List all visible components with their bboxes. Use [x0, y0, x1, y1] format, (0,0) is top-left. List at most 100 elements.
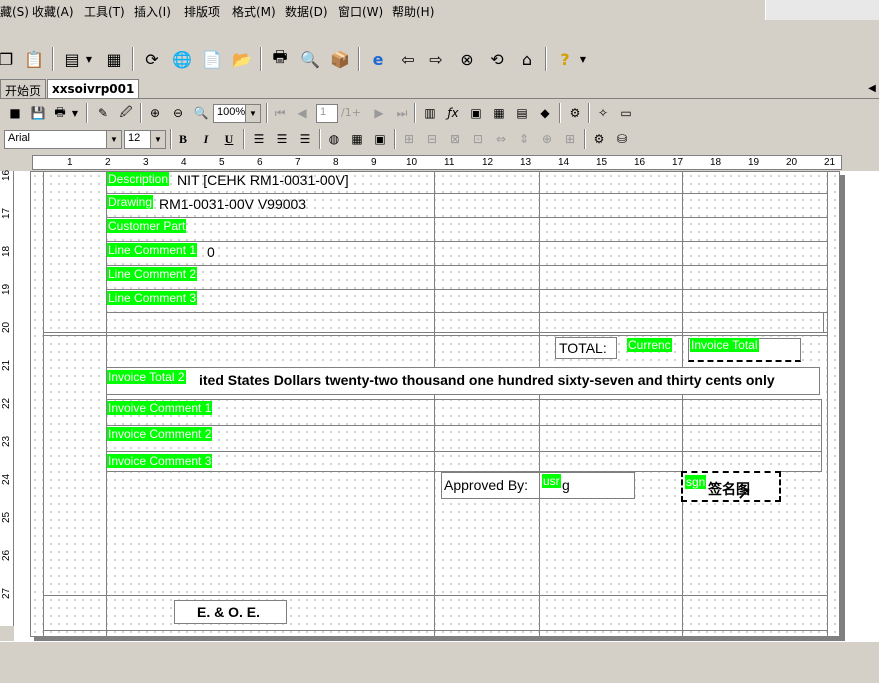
browser-icon[interactable]: e: [366, 47, 390, 71]
formula-icon[interactable]: ƒx: [443, 103, 463, 123]
fill-color-icon[interactable]: ◍: [324, 129, 344, 149]
align-right-icon[interactable]: ☰: [295, 129, 315, 149]
sign-field[interactable]: sgn: [685, 475, 707, 489]
line-comment1-field[interactable]: Line Comment 1: [107, 243, 198, 257]
eoe-box[interactable]: E. & O. E.: [174, 600, 287, 624]
space-h-icon[interactable]: ⇔: [491, 129, 511, 149]
table-icon[interactable]: ▦: [489, 103, 509, 123]
print-icon[interactable]: 🖶: [268, 47, 292, 71]
shapes-icon[interactable]: ◆: [535, 103, 555, 123]
layout-properties-icon[interactable]: ⚙: [589, 129, 609, 149]
save-icon[interactable]: 💾: [28, 103, 48, 123]
italic-button[interactable]: I: [196, 129, 216, 149]
invoice-comment3-field[interactable]: Invoice Comment 3: [107, 454, 213, 468]
next-page-icon[interactable]: ▶: [369, 103, 389, 123]
zoom-out-icon[interactable]: ⊖: [168, 103, 188, 123]
forward-arrow-icon[interactable]: ⇨: [424, 47, 448, 71]
view-icon[interactable]: ▤: [60, 47, 84, 71]
bold-button[interactable]: B: [173, 129, 193, 149]
page-input[interactable]: 1: [316, 104, 338, 123]
drawing-field[interactable]: Drawing: [107, 195, 154, 209]
zoom-in-icon[interactable]: ⊕: [145, 103, 165, 123]
description-field[interactable]: Description: [107, 172, 170, 186]
group-icon[interactable]: ⊞: [560, 129, 580, 149]
align-center-icon[interactable]: ☰: [272, 129, 292, 149]
underline-button[interactable]: U: [219, 129, 239, 149]
font-size-dropdown-icon[interactable]: ▼: [150, 131, 165, 148]
back-arrow-icon[interactable]: ⇦: [396, 47, 420, 71]
first-page-icon[interactable]: ⏮: [270, 103, 290, 123]
invoice-comment1-field[interactable]: Invoive Comment 1: [107, 401, 213, 415]
prev-page-icon[interactable]: ◀: [292, 103, 312, 123]
font-name-dropdown-icon[interactable]: ▼: [106, 131, 121, 148]
print-dropdown-icon[interactable]: ▼: [70, 103, 80, 123]
menu-help[interactable]: 帮助(H): [392, 3, 434, 20]
refresh-icon[interactable]: ⟳: [140, 47, 164, 71]
menu-insert[interactable]: 插入(I): [134, 3, 171, 20]
image-icon[interactable]: ▣: [466, 103, 486, 123]
align-left-icon[interactable]: ☰: [249, 129, 269, 149]
invoice-total2-field[interactable]: Invoice Total 2: [107, 370, 186, 384]
design-icon[interactable]: 🖉: [116, 103, 136, 123]
menu-window[interactable]: 窗口(W): [338, 3, 383, 20]
font-name-select[interactable]: Arial ▼: [4, 130, 122, 149]
edit-report-icon[interactable]: ✎: [93, 103, 113, 123]
zoom-select[interactable]: 100% ▼: [213, 104, 261, 123]
center-icon[interactable]: ⊕: [537, 129, 557, 149]
invoice-comment2-field[interactable]: Invoice Comment 2: [107, 427, 213, 441]
tab-scroll-left-icon[interactable]: ◀: [865, 78, 879, 98]
total-label-box[interactable]: TOTAL:: [555, 337, 617, 359]
customer-part-field[interactable]: Customer Part: [107, 219, 187, 233]
space-v-icon[interactable]: ⇕: [514, 129, 534, 149]
menu-favorites-partial[interactable]: 藏(S): [0, 3, 29, 20]
menu-tools[interactable]: 工具(T): [84, 3, 125, 20]
document-icon[interactable]: 📄: [200, 47, 224, 71]
export-icon[interactable]: 📦: [328, 47, 352, 71]
line-comment2-field[interactable]: Line Comment 2: [107, 267, 198, 281]
folder-icon[interactable]: 📂: [230, 47, 254, 71]
reload-icon[interactable]: ⟲: [485, 47, 509, 71]
stop-square-icon[interactable]: ■: [5, 103, 25, 123]
same-height-icon[interactable]: ⊡: [468, 129, 488, 149]
menu-format[interactable]: 格式(M): [232, 3, 276, 20]
help-icon[interactable]: ?: [553, 47, 577, 71]
same-width-icon[interactable]: ⊠: [445, 129, 465, 149]
user-field[interactable]: usr: [542, 474, 561, 488]
tab-xxsoivrp001[interactable]: xxsoivrp001: [47, 79, 140, 98]
report-canvas[interactable]: Description NIT [CEHK RM1-0031-00V] Draw…: [14, 171, 879, 642]
menu-favorites[interactable]: 收藏(A): [32, 3, 74, 20]
distribute-icon[interactable]: ⊟: [422, 129, 442, 149]
chart-icon[interactable]: ▥: [420, 103, 440, 123]
last-page-icon[interactable]: ⏭: [392, 103, 412, 123]
home-icon[interactable]: ⌂: [515, 47, 539, 71]
menu-data[interactable]: 数据(D): [285, 3, 328, 20]
currency-field[interactable]: Currenc: [627, 338, 672, 352]
invoice-total-field[interactable]: Invoice Total: [690, 338, 759, 352]
properties-icon[interactable]: ⚙: [565, 103, 585, 123]
globe-icon[interactable]: 🌐: [170, 47, 194, 71]
print-preview-icon[interactable]: 🔍: [298, 47, 322, 71]
wizard-icon[interactable]: ✧: [593, 103, 613, 123]
line-comment3-field[interactable]: Line Comment 3: [107, 291, 198, 305]
zoom-icon[interactable]: 🔍: [191, 103, 211, 123]
help-dropdown-icon[interactable]: ▼: [578, 49, 588, 69]
signature-box[interactable]: sgn 签名图 ➚: [681, 471, 781, 504]
menu-layout[interactable]: 排版项: [184, 3, 220, 20]
stop-icon[interactable]: ⊗: [455, 47, 479, 71]
zoom-dropdown-icon[interactable]: ▼: [245, 105, 260, 122]
calculator-icon[interactable]: ▦: [102, 47, 126, 71]
grid-icon[interactable]: ▤: [512, 103, 532, 123]
printer-icon[interactable]: 🖶: [50, 103, 70, 123]
approved-by-box[interactable]: Approved By: usr g: [441, 472, 635, 499]
frame-icon[interactable]: ▣: [370, 129, 390, 149]
font-size-select[interactable]: 12 ▼: [124, 130, 166, 149]
chevron-down-icon[interactable]: ▼: [84, 49, 94, 69]
calculator-small-icon[interactable]: ▭: [616, 103, 636, 123]
report-page[interactable]: Description NIT [CEHK RM1-0031-00V] Draw…: [30, 171, 840, 638]
align-objects-icon[interactable]: ⊞: [399, 129, 419, 149]
paste-icon[interactable]: 📋: [22, 47, 46, 71]
data-source-icon[interactable]: ⛁: [612, 129, 632, 149]
copy-icon[interactable]: ❐: [0, 47, 18, 71]
border-icon[interactable]: ▦: [347, 129, 367, 149]
tab-start-page[interactable]: 开始页: [0, 79, 47, 98]
